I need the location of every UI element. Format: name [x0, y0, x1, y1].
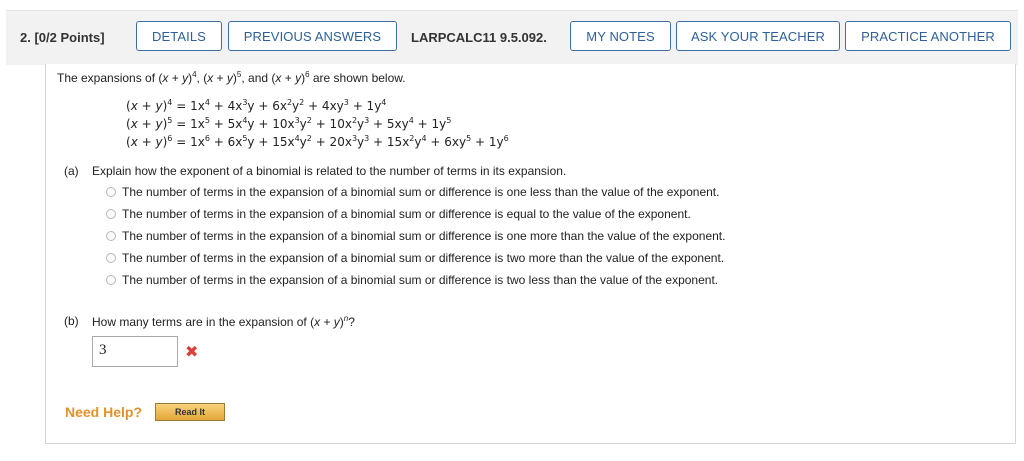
intro-text: The expansions of (x + y)4, (x + y)5, an… [57, 70, 406, 85]
option-equal[interactable]: The number of terms in the expansion of … [106, 207, 691, 221]
part-b-label: (b) [64, 314, 79, 328]
radio-button[interactable] [106, 275, 116, 285]
question-header-bar: 2. [0/2 Points] DETAILS PREVIOUS ANSWERS… [6, 10, 1018, 65]
need-help-label: Need Help? [65, 404, 143, 420]
radio-button[interactable] [106, 187, 116, 197]
radio-button[interactable] [106, 209, 116, 219]
problem-code: LARPCALC11 9.5.092. [411, 30, 547, 45]
radio-button[interactable] [106, 231, 116, 241]
ask-your-teacher-button[interactable]: ASK YOUR TEACHER [676, 21, 840, 51]
part-b-question: How many terms are in the expansion of (… [92, 314, 355, 329]
expansion-equation-5: (x + y)5 = 1x5 + 5x4y + 10x3y2 + 10x2y3 … [126, 116, 452, 131]
option-two-less[interactable]: The number of terms in the expansion of … [106, 273, 718, 287]
radio-button[interactable] [106, 253, 116, 263]
points-status: [0/2 Points] [34, 30, 105, 45]
incorrect-icon: ✖ [185, 344, 199, 361]
option-label: The number of terms in the expansion of … [122, 185, 720, 199]
details-button[interactable]: DETAILS [136, 21, 222, 51]
option-two-more[interactable]: The number of terms in the expansion of … [106, 251, 724, 265]
practice-another-button[interactable]: PRACTICE ANOTHER [845, 21, 1011, 51]
part-a-question: Explain how the exponent of a binomial i… [92, 164, 567, 178]
option-label: The number of terms in the expansion of … [122, 207, 691, 221]
answer-input[interactable]: 3 [92, 336, 178, 367]
my-notes-button[interactable]: MY NOTES [570, 21, 671, 51]
expansion-equation-4: (x + y)4 = 1x4 + 4x3y + 6x2y2 + 4xy3 + 1… [126, 98, 387, 113]
option-label: The number of terms in the expansion of … [122, 229, 726, 243]
previous-answers-button[interactable]: PREVIOUS ANSWERS [228, 21, 397, 51]
question-number: 2. [0/2 Points] [20, 30, 105, 45]
read-it-button[interactable]: Read It [155, 403, 225, 421]
option-label: The number of terms in the expansion of … [122, 273, 719, 287]
part-a-label: (a) [64, 164, 79, 178]
option-label: The number of terms in the expansion of … [122, 251, 725, 265]
option-one-more[interactable]: The number of terms in the expansion of … [106, 229, 725, 243]
option-one-less[interactable]: The number of terms in the expansion of … [106, 185, 719, 199]
expansion-equation-6: (x + y)6 = 1x6 + 6x5y + 15x4y2 + 20x3y3 … [126, 134, 509, 149]
